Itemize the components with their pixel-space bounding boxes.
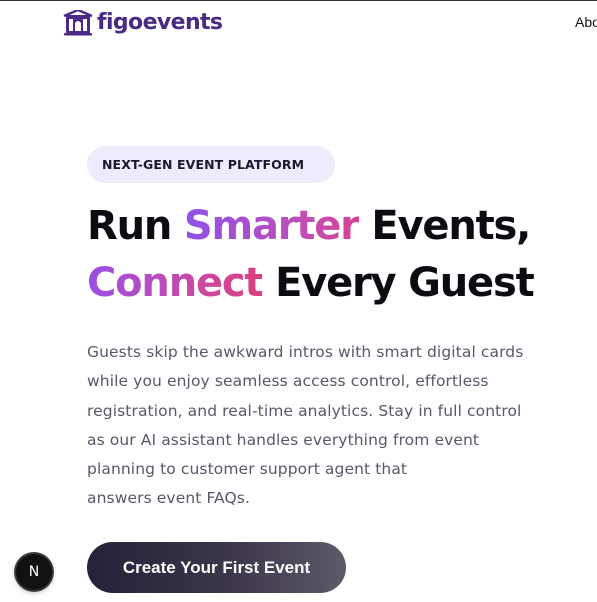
description-line: Guests skip the awkward intros with smar… xyxy=(87,343,524,361)
headline-line-1: Run Smarter Events, xyxy=(87,198,587,255)
headline-text: Events, xyxy=(358,203,531,249)
site-header: figoevents Abo xyxy=(0,1,597,45)
logo-text: figoevents xyxy=(97,10,223,35)
platform-badge: NEXT-GEN EVENT PLATFORM xyxy=(87,146,335,183)
description-line: registration, and real-time analytics. S… xyxy=(87,401,522,420)
hero-headline: Run Smarter Events, Connect Every Guest xyxy=(87,198,587,312)
headline-line-2: Connect Every Guest xyxy=(87,255,587,312)
logo-link[interactable]: figoevents xyxy=(63,10,223,36)
description-line: answers event FAQs. xyxy=(87,489,250,508)
headline-highlight: Smarter xyxy=(183,203,360,249)
headline-highlight: Connect xyxy=(87,260,264,306)
venue-building-icon xyxy=(63,10,93,36)
description-line: as our AI assistant handles everything f… xyxy=(87,430,480,449)
hero-description: Guests skip the awkward intros with smar… xyxy=(87,338,587,514)
headline-text: Every Guest xyxy=(262,260,535,306)
nextjs-dev-badge[interactable]: N xyxy=(16,554,52,590)
nav-link-about[interactable]: Abo xyxy=(575,14,597,30)
description-line: planning to customer support agent that xyxy=(87,460,408,479)
description-line: while you enjoy seamless access control,… xyxy=(87,372,489,391)
create-event-button[interactable]: Create Your First Event xyxy=(87,542,346,593)
headline-text: Run xyxy=(87,203,184,249)
